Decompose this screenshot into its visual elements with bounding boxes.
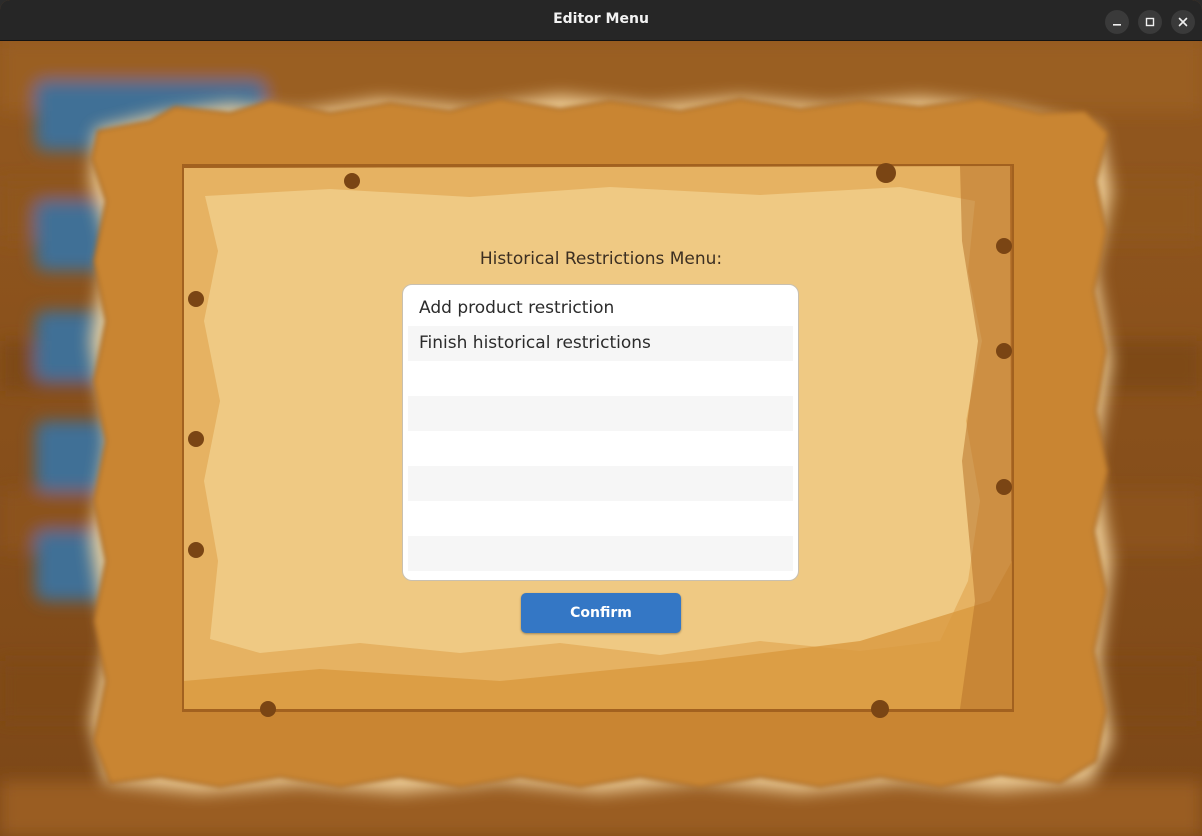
list-item-label: Add product restriction (419, 298, 615, 318)
list-item[interactable] (408, 431, 793, 466)
restrictions-list[interactable]: Add product restriction Finish historica… (402, 284, 799, 581)
close-icon (1178, 17, 1188, 27)
list-item[interactable] (408, 501, 793, 536)
list-item[interactable]: Finish historical restrictions (408, 326, 793, 361)
window-title: Editor Menu (553, 11, 649, 27)
close-button[interactable] (1171, 10, 1195, 34)
menu-heading: Historical Restrictions Menu: (479, 249, 723, 269)
maximize-icon (1145, 17, 1155, 27)
title-bar[interactable]: Editor Menu (0, 0, 1202, 41)
list-item[interactable]: Add product restriction (408, 291, 793, 326)
editor-content: Historical Restrictions Menu: Add produc… (0, 41, 1202, 836)
confirm-button[interactable]: Confirm (521, 593, 681, 633)
list-item[interactable] (408, 466, 793, 501)
list-item[interactable] (408, 536, 793, 571)
minimize-button[interactable] (1105, 10, 1129, 34)
minimize-icon (1112, 17, 1122, 27)
list-item[interactable] (408, 396, 793, 431)
list-item-label: Finish historical restrictions (419, 333, 651, 353)
app-window: Editor Menu Historical Restrictions Menu… (0, 0, 1202, 836)
list-item[interactable] (408, 361, 793, 396)
maximize-button[interactable] (1138, 10, 1162, 34)
